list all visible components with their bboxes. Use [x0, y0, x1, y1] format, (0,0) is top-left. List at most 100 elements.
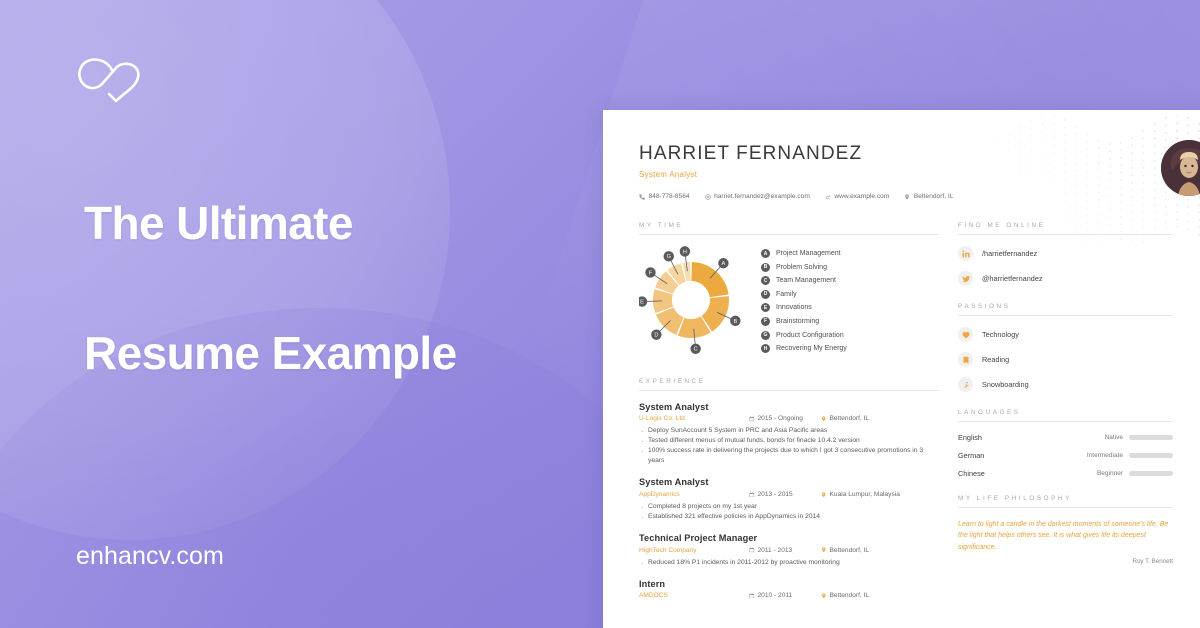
calendar-icon: [749, 547, 755, 553]
languages-list: English Native German Intermediate Chinese Be…: [958, 433, 1173, 478]
location-pin-icon: [822, 492, 826, 497]
legend-badge: G: [761, 330, 770, 340]
philosophy-heading: MY LIFE PHILOSOPHY: [958, 495, 1173, 508]
experience-bullet: Reduced 18% P1 incidents in 2011-2012 by…: [639, 557, 939, 571]
candidate-role: System Analyst: [639, 170, 698, 179]
contact-email-value: harriet.fernandez@example.com: [714, 193, 810, 200]
resume-left-column: MY TIME ABCDEFGH A Project Management B Pro…: [639, 222, 939, 610]
legend-label: Project Management: [776, 250, 841, 257]
language-level: Beginner: [1096, 470, 1123, 477]
phone-icon: [639, 193, 645, 200]
legend-badge: F: [761, 316, 770, 326]
experience-location: Kuala Lumpur, Malaysia: [821, 491, 900, 498]
my-time-heading: MY TIME: [639, 222, 939, 235]
experience-location: Bettendorf, IL: [821, 415, 869, 422]
resume-right-column: FIND ME ONLINE /harrietfernandez @harrie…: [958, 222, 1173, 610]
language-level: Native: [1104, 434, 1123, 441]
legend-label: Innovations: [776, 304, 812, 312]
experience-date: 2013 - 2015: [749, 491, 821, 498]
experience-company[interactable]: AppDynamics: [639, 491, 749, 498]
philosophy-quote: Learn to light a candle in the darkest m…: [958, 521, 1169, 551]
time-donut-chart: A B C D E F G H: [639, 246, 741, 354]
philosophy-author: Roy T. Bennett: [1132, 557, 1173, 565]
experience-bullet: Tested different menus of mutual funds, …: [639, 435, 939, 449]
passion-snowboarding-label: Snowboarding: [982, 380, 1029, 389]
experience-bullet: 100% success rate in delivering the proj…: [639, 445, 939, 466]
experience-bullet: Completed 8 projects on my 1st year: [639, 501, 939, 515]
online-twitter[interactable]: @harrietfernandez: [958, 271, 1173, 286]
find-me-online-heading: FIND ME ONLINE: [958, 222, 1173, 235]
contact-email[interactable]: harriet.fernandez@example.com: [704, 193, 810, 200]
twitter-handle: @harrietfernandez: [982, 274, 1043, 283]
passions-section: PASSIONS Technology Reading Snowboarding: [958, 303, 1173, 392]
contact-phone[interactable]: 848-778-8564: [639, 193, 690, 200]
experience-location: Bettendorf, IL: [821, 547, 869, 554]
legend-item: A Project Management: [761, 249, 847, 258]
svg-text:A: A: [722, 261, 726, 267]
headline-line-1: The Ultimate: [84, 197, 353, 249]
experience-item: System Analyst AppDynamics 2013 - 2015 Kual…: [639, 477, 939, 524]
svg-text:C: C: [694, 347, 698, 353]
experience-company[interactable]: U-Logis Co. Ltd: [639, 415, 749, 422]
legend-badge: D: [761, 289, 770, 299]
legend-label: Problem Solving: [776, 263, 827, 271]
my-time-section: MY TIME ABCDEFGH A Project Management B Pro…: [639, 222, 939, 358]
languages-section: LANGUAGES English Native German Intermediat…: [958, 409, 1173, 478]
location-pin-icon: [822, 416, 826, 422]
calendar-icon: [749, 593, 755, 598]
experience-title: System Analyst: [639, 477, 709, 488]
experience-company[interactable]: HighTech Company: [639, 547, 749, 554]
legend-badge: A: [761, 249, 770, 258]
language-name: English: [958, 433, 982, 442]
candidate-name: HARRIET FERNANDEZ: [639, 143, 863, 164]
enhancv-infinity-logo[interactable]: [72, 52, 150, 108]
language-bar: [1129, 471, 1173, 476]
experience-company[interactable]: AMDOCS: [639, 592, 749, 599]
calendar-icon: [749, 492, 755, 497]
legend-item: E Innovations: [761, 303, 847, 313]
legend-badge: B: [761, 262, 770, 272]
online-linkedin[interactable]: /harrietfernandez: [958, 246, 1173, 261]
contact-website[interactable]: www.example.com: [825, 193, 889, 200]
experience-item: Intern AMDOCS 2010 - 2011 Bettendorf, IL: [639, 579, 939, 600]
experience-title: Intern: [639, 578, 666, 589]
experience-title: Technical Project Manager: [639, 533, 758, 544]
twitter-icon: [958, 271, 973, 286]
experience-date: 2010 - 2011: [749, 592, 821, 599]
language-row: English Native: [958, 433, 1173, 442]
contact-location-value: Bettendorf, IL: [913, 193, 954, 200]
language-name: Chinese: [958, 469, 985, 478]
contact-website-value: www.example.com: [834, 193, 890, 200]
svg-text:D: D: [654, 333, 658, 339]
contact-location[interactable]: Bettendorf, IL: [904, 193, 953, 200]
site-url[interactable]: enhancv.com: [76, 542, 224, 571]
resume-header: HARRIET FERNANDEZ System Analyst 848-778…: [639, 144, 1200, 200]
experience-item: System Analyst U-Logis Co. Ltd 2015 - Ongo…: [639, 402, 939, 467]
languages-heading: LANGUAGES: [958, 409, 1173, 422]
book-icon: [958, 352, 973, 367]
legend-item: H Recovering My Energy: [761, 344, 847, 354]
calendar-icon: [749, 416, 755, 422]
location-pin-icon: [905, 193, 910, 200]
resume-preview-card[interactable]: HARRIET FERNANDEZ System Analyst 848-778…: [603, 110, 1200, 628]
headline-line-2: Resume Example: [84, 327, 457, 379]
legend-badge: C: [761, 276, 770, 286]
linkedin-handle: /harrietfernandez: [982, 249, 1038, 258]
experience-date: 2011 - 2013: [749, 547, 821, 554]
language-row: German Intermediate: [958, 451, 1173, 460]
passion-technology-label: Technology: [982, 330, 1019, 339]
experience-section: EXPERIENCE System Analyst U-Logis Co. Ltd…: [639, 378, 939, 599]
language-bar: [1129, 453, 1173, 458]
svg-text:G: G: [667, 254, 671, 260]
experience-bullet: Deploy SunAccount 5 System in PRC and As…: [639, 425, 939, 439]
language-bar: [1129, 435, 1173, 440]
experience-date: 2015 - Ongoing: [749, 415, 821, 422]
location-pin-icon: [822, 593, 826, 598]
legend-label: Brainstorming: [776, 317, 820, 325]
svg-text:B: B: [733, 319, 737, 325]
legend-item: B Problem Solving: [761, 262, 847, 272]
time-legend: A Project Management B Problem Solving C Team…: [761, 246, 847, 358]
legend-item: D Family: [761, 289, 847, 299]
language-level: Intermediate: [1086, 452, 1123, 459]
legend-label: Family: [776, 290, 797, 298]
